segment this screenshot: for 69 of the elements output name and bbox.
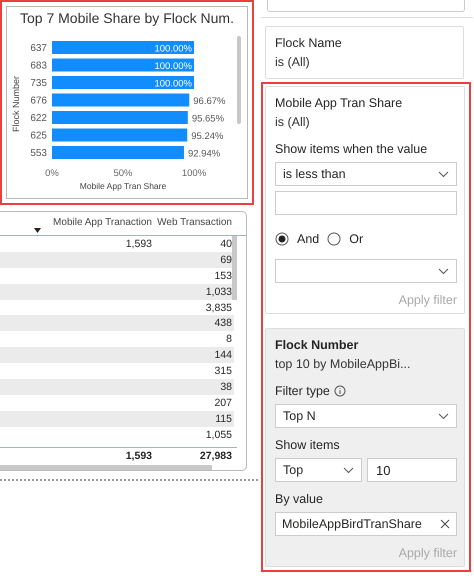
filter-title: Flock Name bbox=[275, 35, 343, 52]
scrollbar[interactable] bbox=[232, 236, 237, 300]
field-label: By value bbox=[275, 491, 324, 507]
table-cell-text: 153 bbox=[213, 270, 233, 282]
tick-label: 0% bbox=[45, 168, 59, 179]
table-cell-text: 1,593 bbox=[124, 238, 153, 250]
filter-title: Flock Number bbox=[275, 337, 360, 354]
data-label: 92.94% bbox=[188, 148, 220, 160]
filter-type-dropdown[interactable]: Top N bbox=[275, 404, 457, 428]
data-label: 96.67% bbox=[193, 96, 226, 107]
radio-option[interactable]: And bbox=[275, 232, 320, 246]
category-label: 676 bbox=[30, 96, 47, 106]
chart-title: Top 7 Mobile Share by Flock Num. bbox=[19, 9, 235, 28]
category-label: 625 bbox=[30, 130, 47, 142]
filter-summary: is (All) bbox=[275, 54, 311, 71]
value-field[interactable] bbox=[275, 191, 457, 215]
close-icon[interactable] bbox=[440, 519, 450, 529]
data-label: 100.00% bbox=[154, 78, 192, 90]
table-cell-text: 207 bbox=[213, 396, 233, 409]
data-label: 95.65% bbox=[192, 114, 224, 124]
table-cell-text: 38 bbox=[219, 380, 233, 393]
field-label: Filter type bbox=[275, 383, 330, 399]
table-cell-text: 144 bbox=[213, 349, 233, 362]
filter-summary: top 10 by MobileAppBi... bbox=[275, 356, 412, 373]
info-icon bbox=[334, 385, 346, 397]
table-cell-text: 438 bbox=[213, 317, 233, 330]
data-label: 95.24% bbox=[191, 131, 224, 142]
category-label: 637 bbox=[30, 43, 47, 54]
scrollbar[interactable] bbox=[0, 465, 212, 470]
field-label: Show items when the value bbox=[275, 141, 428, 157]
category-label: 683 bbox=[30, 60, 47, 72]
category-label: 735 bbox=[30, 78, 47, 89]
category-label: 553 bbox=[30, 148, 47, 159]
total-cell-text: 27,983 bbox=[198, 450, 233, 462]
category-label: 622 bbox=[30, 113, 47, 124]
tick-label: 100% bbox=[182, 168, 206, 179]
tick-label: 50% bbox=[114, 168, 132, 179]
direction-dropdown[interactable]: Top bbox=[275, 458, 362, 482]
data-label: 100.00% bbox=[154, 44, 192, 54]
filter-title: Mobile App Tran Share bbox=[275, 95, 404, 112]
table-cell-text: 40 bbox=[219, 238, 233, 250]
chevron-icon bbox=[438, 268, 449, 274]
filter-summary: is (All) bbox=[275, 114, 311, 131]
table-cell-text: 315 bbox=[213, 365, 233, 378]
table-cell-text: 115 bbox=[214, 412, 233, 425]
operator-dropdown[interactable] bbox=[275, 259, 457, 283]
table-cell-text: 3,835 bbox=[204, 302, 233, 314]
filter-card[interactable]: Flock Name is (All) bbox=[265, 26, 464, 79]
data-label: 100.00% bbox=[154, 61, 192, 72]
table-cell-text: 1,033 bbox=[204, 286, 233, 298]
chevron-icon bbox=[343, 466, 354, 474]
axis-title: Mobile App Tran Share bbox=[80, 181, 166, 191]
field-label: Show items bbox=[275, 437, 341, 453]
radio-option[interactable]: Or bbox=[327, 232, 364, 246]
chevron-icon bbox=[438, 412, 449, 420]
table-cell-text: 69 bbox=[219, 254, 233, 266]
sort-icon bbox=[34, 228, 41, 233]
by-value-field[interactable]: MobileAppBirdTranShare bbox=[275, 512, 457, 536]
column-header[interactable]: Mobile App Tranaction bbox=[20, 217, 154, 235]
total-cell-text: 1,593 bbox=[124, 450, 153, 462]
table-cell-text: 1,055 bbox=[204, 428, 233, 441]
table-cell-text: 8 bbox=[225, 333, 233, 346]
axis-title: Flock Number bbox=[11, 76, 21, 132]
column-header[interactable]: Web Transaction bbox=[154, 217, 234, 235]
operator-dropdown[interactable]: is less than bbox=[275, 162, 457, 186]
chevron-icon bbox=[438, 170, 449, 178]
scrollbar[interactable] bbox=[237, 36, 241, 124]
search-field[interactable] bbox=[267, 0, 465, 12]
count-field[interactable]: 10 bbox=[367, 458, 457, 482]
